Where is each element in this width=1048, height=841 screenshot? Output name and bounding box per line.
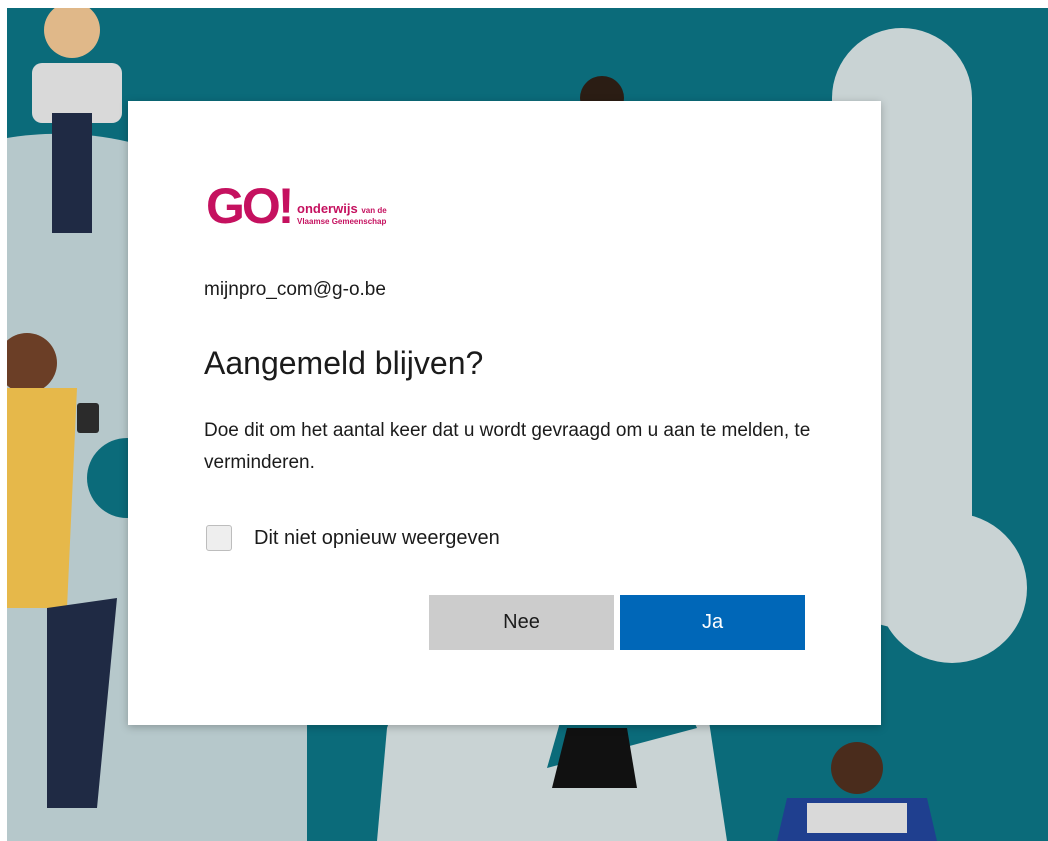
dont-show-again-checkbox[interactable] xyxy=(206,525,232,551)
no-button[interactable]: Nee xyxy=(429,595,614,650)
dialog-title: Aangemeld blijven? xyxy=(204,345,484,381)
logo-mark: GO! xyxy=(206,178,294,234)
dont-show-again-option[interactable]: Dit niet opnieuw weergeven xyxy=(206,523,500,553)
logo-text-line2: Vlaamse Gemeenschap xyxy=(297,217,387,226)
dialog-description: Doe dit om het aantal keer dat u wordt g… xyxy=(204,420,811,473)
logo-text-small: van de xyxy=(361,206,387,215)
go-onderwijs-logo: GO! onderwijs van de Vlaamse Gemeenschap xyxy=(206,177,406,235)
account-email: mijnpro_com@g-o.be xyxy=(204,279,386,300)
yes-button[interactable]: Ja xyxy=(620,595,805,650)
dont-show-again-label[interactable]: Dit niet opnieuw weergeven xyxy=(254,527,500,550)
logo-text-line1: onderwijs van de xyxy=(297,201,387,216)
logo-text-main: onderwijs xyxy=(297,201,358,216)
stay-signed-in-dialog: GO! onderwijs van de Vlaamse Gemeenschap… xyxy=(128,101,881,725)
